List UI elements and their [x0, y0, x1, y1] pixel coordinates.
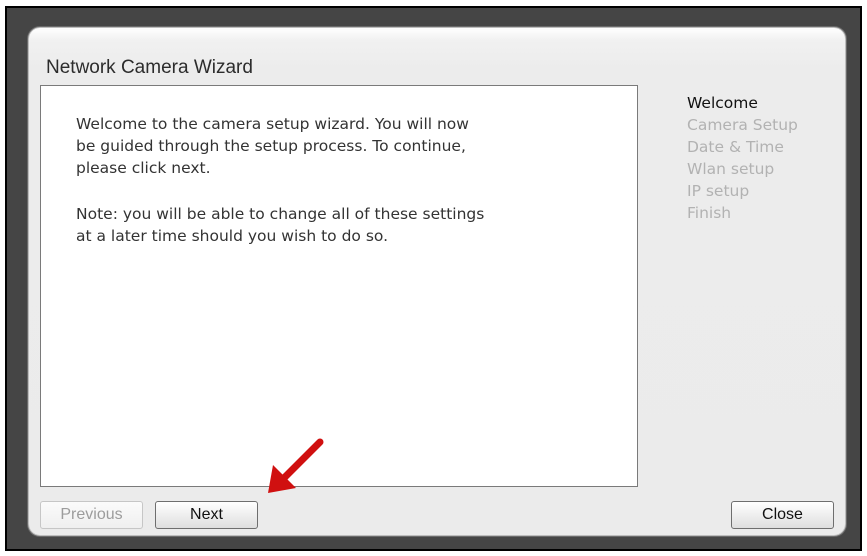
welcome-message: Welcome to the camera setup wizard. You … — [76, 115, 469, 177]
step-ip-setup: IP setup — [687, 182, 750, 200]
step-finish: Finish — [687, 204, 732, 222]
step-camera-setup: Camera Setup — [687, 116, 798, 134]
annotation-arrow-icon — [268, 438, 324, 493]
note-message: Note: you will be able to change all of … — [76, 205, 485, 245]
step-wlan-setup: Wlan setup — [687, 160, 775, 178]
close-button[interactable]: Close — [731, 501, 834, 529]
next-button[interactable]: Next — [155, 501, 258, 529]
dialog-title: Network Camera Wizard — [46, 57, 253, 78]
wizard-steps-list: Welcome Camera Setup Date & Time Wlan se… — [687, 92, 798, 224]
step-date-time: Date & Time — [687, 138, 784, 156]
previous-button[interactable]: Previous — [40, 501, 143, 529]
step-welcome: Welcome — [687, 94, 758, 112]
